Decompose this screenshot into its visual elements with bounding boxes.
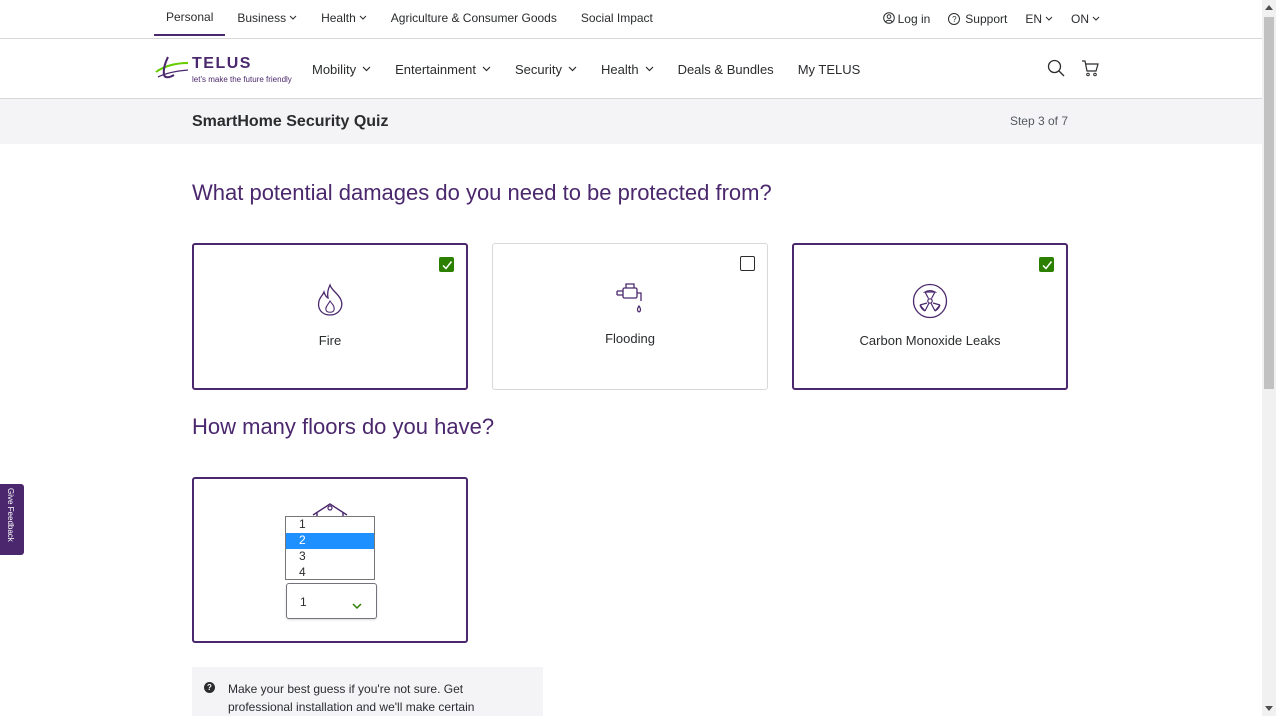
util-personal-link[interactable]: Personal bbox=[154, 0, 226, 36]
nav-entertainment[interactable]: Entertainment bbox=[395, 62, 491, 77]
login-label: Log in bbox=[897, 12, 931, 26]
telus-logo[interactable]: TELUS let's make the future friendly bbox=[154, 55, 294, 85]
option-card-carbon-monoxide[interactable]: Carbon Monoxide Leaks bbox=[792, 243, 1068, 390]
util-agriculture-label: Agriculture & Consumer Goods bbox=[390, 11, 557, 25]
support-label: Support bbox=[965, 12, 1008, 26]
logo-wordmark: TELUS bbox=[192, 55, 252, 72]
search-icon[interactable] bbox=[1047, 59, 1065, 82]
language-selector[interactable]: EN bbox=[1025, 12, 1053, 26]
utility-nav-left: Personal Business Health Agriculture & C… bbox=[154, 0, 665, 38]
nav-health[interactable]: Health bbox=[601, 62, 654, 77]
util-social-impact-link[interactable]: Social Impact bbox=[569, 0, 665, 36]
floors-option-4[interactable]: 4 bbox=[286, 565, 374, 581]
language-label: EN bbox=[1025, 12, 1042, 26]
chevron-down-icon bbox=[1092, 16, 1100, 21]
nav-mobility-label: Mobility bbox=[312, 61, 357, 77]
chevron-down-icon bbox=[645, 66, 654, 72]
floors-select-value: 1 bbox=[300, 595, 307, 609]
utility-bar: Personal Business Health Agriculture & C… bbox=[0, 0, 1262, 39]
chevron-down-icon bbox=[289, 15, 297, 20]
checkmark-icon bbox=[1042, 261, 1053, 270]
help-icon: ? bbox=[948, 13, 961, 25]
fire-checkbox[interactable] bbox=[439, 257, 454, 272]
nav-entertainment-label: Entertainment bbox=[395, 61, 477, 77]
fire-icon bbox=[315, 283, 345, 322]
nav-my-telus-label: My TELUS bbox=[797, 61, 861, 77]
nav-icon-group bbox=[1047, 59, 1099, 82]
tip-box: ? Make your best guess if you're not sur… bbox=[192, 667, 543, 716]
quiz-step-indicator: Step 3 of 7 bbox=[1009, 114, 1068, 128]
scroll-down-arrow-icon[interactable] bbox=[1265, 706, 1273, 711]
util-business-link[interactable]: Business bbox=[225, 0, 309, 36]
fire-label: Fire bbox=[318, 333, 342, 348]
feedback-label: Give Feedback bbox=[6, 488, 15, 542]
quiz-title: SmartHome Security Quiz bbox=[192, 113, 389, 130]
main-nav: TELUS let's make the future friendly Mob… bbox=[0, 39, 1262, 99]
nav-mobility[interactable]: Mobility bbox=[312, 62, 371, 77]
province-selector[interactable]: ON bbox=[1071, 12, 1100, 26]
chevron-down-icon bbox=[1045, 16, 1053, 21]
utility-nav-right: Log in ? Support EN ON bbox=[882, 0, 1100, 38]
scroll-up-arrow-icon[interactable] bbox=[1265, 5, 1273, 10]
page-scrollbar[interactable] bbox=[1262, 0, 1276, 716]
chevron-down-icon bbox=[352, 597, 362, 615]
chevron-down-icon bbox=[568, 66, 577, 72]
give-feedback-tab[interactable]: Give Feedback bbox=[0, 484, 24, 555]
floors-option-2[interactable]: 2 bbox=[286, 533, 374, 549]
floors-option-1[interactable]: 1 bbox=[286, 517, 374, 533]
carbon-monoxide-label: Carbon Monoxide Leaks bbox=[859, 333, 1001, 348]
floors-option-3[interactable]: 3 bbox=[286, 549, 374, 565]
util-health-link[interactable]: Health bbox=[309, 0, 379, 36]
support-link[interactable]: ? Support bbox=[948, 12, 1007, 26]
option-card-fire[interactable]: Fire bbox=[192, 243, 468, 390]
util-agriculture-link[interactable]: Agriculture & Consumer Goods bbox=[379, 0, 569, 36]
nav-my-telus[interactable]: My TELUS bbox=[798, 62, 861, 77]
util-personal-label: Personal bbox=[166, 10, 214, 24]
nav-health-label: Health bbox=[600, 61, 639, 77]
option-card-flooding[interactable]: Flooding bbox=[492, 243, 768, 390]
radiation-icon bbox=[912, 283, 948, 324]
nav-security[interactable]: Security bbox=[515, 62, 577, 77]
chevron-down-icon bbox=[482, 66, 491, 72]
floors-dropdown-list: 1 2 3 4 bbox=[285, 516, 375, 580]
util-business-label: Business bbox=[237, 11, 287, 25]
login-link[interactable]: Log in bbox=[882, 11, 931, 27]
nav-deals-bundles[interactable]: Deals & Bundles bbox=[678, 62, 774, 77]
province-label: ON bbox=[1071, 12, 1089, 26]
logo-tagline: let's make the future friendly bbox=[192, 75, 292, 84]
question-icon: ? bbox=[204, 682, 215, 693]
carbon-monoxide-checkbox[interactable] bbox=[1039, 257, 1054, 272]
telus-logo-mark bbox=[155, 56, 189, 79]
floors-select[interactable]: 1 bbox=[286, 583, 377, 619]
primary-nav-items: Mobility Entertainment Security Health D… bbox=[312, 39, 860, 99]
question-floors-heading: How many floors do you have? bbox=[192, 414, 495, 439]
quiz-header: SmartHome Security Quiz Step 3 of 7 bbox=[0, 99, 1262, 144]
question-damages-heading: What potential damages do you need to be… bbox=[192, 180, 772, 205]
cart-icon[interactable] bbox=[1081, 59, 1099, 82]
chevron-down-icon bbox=[362, 66, 371, 72]
flooding-checkbox[interactable] bbox=[740, 256, 755, 271]
nav-deals-label: Deals & Bundles bbox=[677, 61, 774, 77]
faucet-icon bbox=[615, 282, 645, 321]
chevron-down-icon bbox=[359, 15, 367, 20]
flooding-label: Flooding bbox=[605, 331, 655, 346]
user-icon bbox=[882, 11, 895, 27]
scrollbar-thumb[interactable] bbox=[1264, 17, 1274, 389]
util-health-label: Health bbox=[321, 11, 356, 25]
util-social-impact-label: Social Impact bbox=[580, 11, 653, 25]
tip-text: Make your best guess if you're not sure.… bbox=[228, 682, 475, 714]
nav-security-label: Security bbox=[515, 61, 562, 77]
checkmark-icon bbox=[442, 261, 453, 270]
